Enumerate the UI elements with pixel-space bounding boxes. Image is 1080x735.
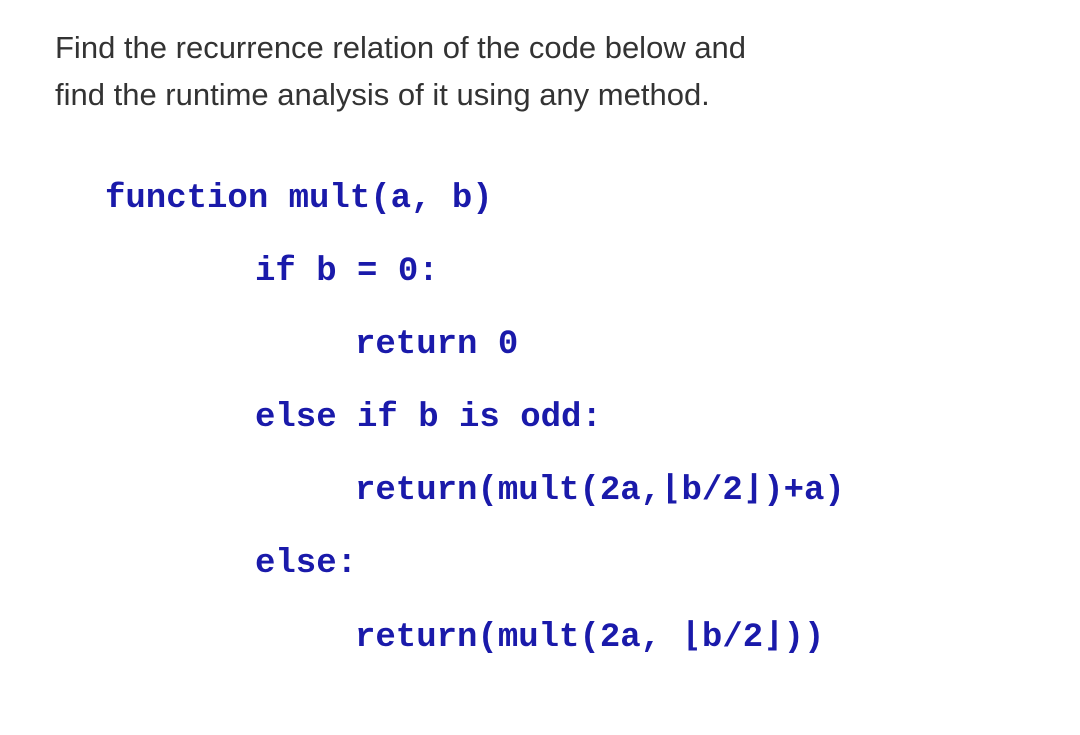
code-line-3: return 0: [105, 309, 1030, 382]
code-line-6: else:: [105, 528, 1030, 601]
code-line-2: if b = 0:: [105, 236, 1030, 309]
document-container: Find the recurrence relation of the code…: [0, 0, 1080, 675]
code-line-4: else if b is odd:: [105, 382, 1030, 455]
code-block: function mult(a, b) if b = 0: return 0 e…: [55, 163, 1030, 675]
question-text: Find the recurrence relation of the code…: [55, 25, 1030, 118]
code-line-7: return(mult(2a, ⌊b/2⌋)): [105, 602, 1030, 675]
question-line-1: Find the recurrence relation of the code…: [55, 30, 746, 65]
code-line-1: function mult(a, b): [105, 163, 1030, 236]
question-line-2: find the runtime analysis of it using an…: [55, 77, 710, 112]
code-line-5: return(mult(2a,⌊b/2⌋)+a): [105, 455, 1030, 528]
